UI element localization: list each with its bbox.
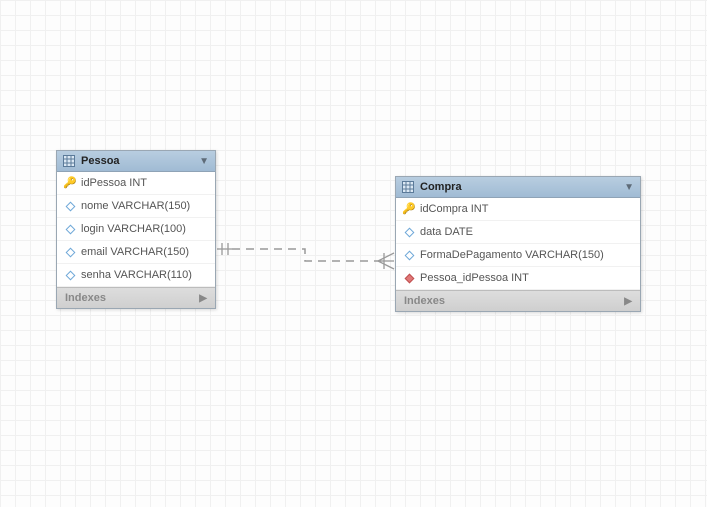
column-label: idCompra INT bbox=[420, 203, 488, 215]
key-icon: 🔑 bbox=[65, 178, 75, 188]
table-icon bbox=[402, 181, 414, 193]
column-row[interactable]: login VARCHAR(100) bbox=[57, 218, 215, 241]
indexes-section[interactable]: Indexes ▶ bbox=[396, 290, 640, 311]
entity-title: Pessoa bbox=[81, 155, 193, 167]
key-icon: 🔑 bbox=[404, 204, 414, 214]
diamond-icon bbox=[65, 247, 75, 257]
diamond-icon bbox=[404, 227, 414, 237]
column-row[interactable]: 🔑 idPessoa INT bbox=[57, 172, 215, 195]
collapse-icon[interactable]: ▼ bbox=[199, 156, 209, 167]
entity-title: Compra bbox=[420, 181, 618, 193]
column-row[interactable]: email VARCHAR(150) bbox=[57, 241, 215, 264]
column-label: data DATE bbox=[420, 226, 473, 238]
diamond-icon bbox=[65, 201, 75, 211]
column-row[interactable]: data DATE bbox=[396, 221, 640, 244]
table-icon bbox=[63, 155, 75, 167]
entity-pessoa[interactable]: Pessoa ▼ 🔑 idPessoa INT nome VARCHAR(150… bbox=[56, 150, 216, 309]
column-row[interactable]: FormaDePagamento VARCHAR(150) bbox=[396, 244, 640, 267]
diamond-icon bbox=[404, 250, 414, 260]
entity-header[interactable]: Compra ▼ bbox=[396, 177, 640, 198]
column-label: senha VARCHAR(110) bbox=[81, 269, 192, 281]
entity-compra[interactable]: Compra ▼ 🔑 idCompra INT data DATE FormaD… bbox=[395, 176, 641, 312]
diamond-icon bbox=[65, 224, 75, 234]
column-label: email VARCHAR(150) bbox=[81, 246, 189, 258]
column-row[interactable]: Pessoa_idPessoa INT bbox=[396, 267, 640, 290]
column-row[interactable]: 🔑 idCompra INT bbox=[396, 198, 640, 221]
column-label: FormaDePagamento VARCHAR(150) bbox=[420, 249, 604, 261]
expand-icon: ▶ bbox=[624, 296, 632, 307]
indexes-label: Indexes bbox=[65, 292, 106, 304]
column-label: nome VARCHAR(150) bbox=[81, 200, 190, 212]
indexes-label: Indexes bbox=[404, 295, 445, 307]
column-label: login VARCHAR(100) bbox=[81, 223, 186, 235]
column-row[interactable]: nome VARCHAR(150) bbox=[57, 195, 215, 218]
column-label: Pessoa_idPessoa INT bbox=[420, 272, 529, 284]
fk-icon bbox=[404, 273, 414, 283]
diamond-icon bbox=[65, 270, 75, 280]
column-label: idPessoa INT bbox=[81, 177, 147, 189]
indexes-section[interactable]: Indexes ▶ bbox=[57, 287, 215, 308]
entity-header[interactable]: Pessoa ▼ bbox=[57, 151, 215, 172]
column-row[interactable]: senha VARCHAR(110) bbox=[57, 264, 215, 287]
collapse-icon[interactable]: ▼ bbox=[624, 182, 634, 193]
expand-icon: ▶ bbox=[199, 293, 207, 304]
